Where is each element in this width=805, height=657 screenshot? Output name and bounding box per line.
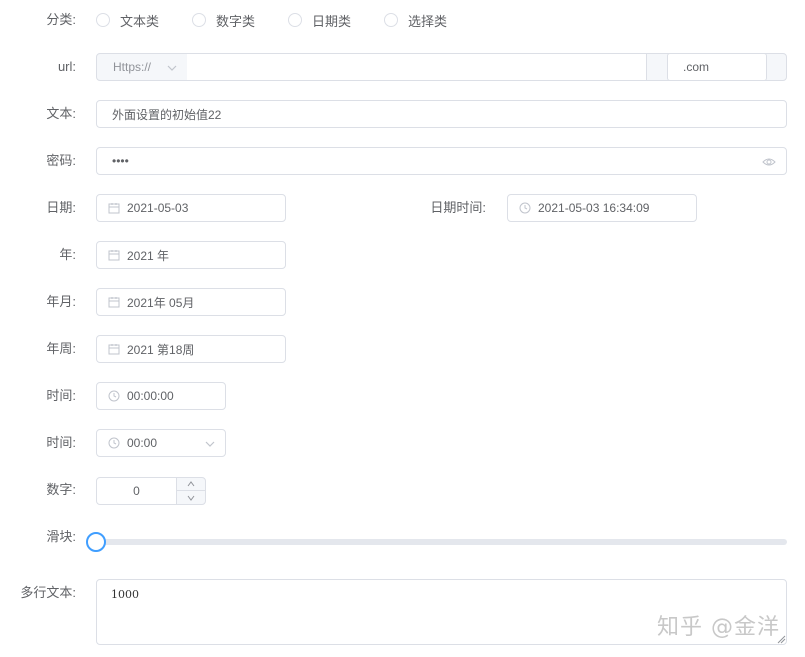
radio-text[interactable]: 文本类 bbox=[96, 10, 159, 30]
radio-number[interactable]: 数字类 bbox=[192, 10, 255, 30]
suffix-input[interactable]: .com bbox=[667, 53, 767, 81]
chevron-down-icon bbox=[205, 441, 215, 447]
year-picker[interactable]: 2021 年 bbox=[96, 241, 286, 269]
slider-label: 滑块: bbox=[46, 529, 76, 544]
month-value: 2021年 05月 bbox=[127, 295, 195, 310]
textarea-label: 多行文本: bbox=[20, 585, 76, 600]
radio-date[interactable]: 日期类 bbox=[288, 10, 351, 30]
datetime-value: 2021-05-03 16:34:09 bbox=[538, 201, 650, 215]
url-input[interactable] bbox=[187, 53, 646, 81]
url-suffix-group: .com bbox=[646, 53, 787, 81]
text-label: 文本: bbox=[46, 106, 76, 121]
calendar-icon bbox=[108, 344, 120, 355]
number-label: 数字: bbox=[46, 482, 76, 497]
clock-icon bbox=[108, 390, 120, 402]
suffix-value: .com bbox=[683, 60, 710, 74]
date-picker[interactable]: 2021-05-03 bbox=[96, 194, 286, 222]
calendar-icon bbox=[108, 203, 120, 214]
time-select-value: 00:00 bbox=[127, 436, 158, 450]
week-picker[interactable]: 2021 第18周 bbox=[96, 335, 286, 363]
watermark: 知乎 @金洋 bbox=[657, 615, 780, 640]
clock-icon bbox=[108, 437, 120, 449]
number-value: 0 bbox=[133, 484, 140, 498]
time-label: 时间: bbox=[46, 388, 76, 403]
time-value: 00:00:00 bbox=[127, 389, 174, 403]
calendar-icon bbox=[108, 250, 120, 261]
month-picker[interactable]: 2021年 05月 bbox=[96, 288, 286, 316]
time-select-label: 时间: bbox=[46, 435, 76, 450]
calendar-icon bbox=[108, 297, 120, 308]
protocol-value: Https:// bbox=[113, 60, 152, 74]
number-input[interactable]: 0 bbox=[96, 477, 177, 505]
password-value: •••• bbox=[112, 154, 129, 168]
password-label: 密码: bbox=[46, 153, 76, 168]
number-stepper bbox=[176, 477, 206, 505]
password-input[interactable]: •••• bbox=[96, 147, 787, 175]
clock-icon bbox=[519, 202, 531, 214]
arrow-up-icon bbox=[187, 481, 195, 487]
date-value: 2021-05-03 bbox=[127, 201, 189, 215]
radio-circle[interactable] bbox=[288, 13, 302, 27]
radio-label: 日期类 bbox=[312, 13, 352, 29]
text-input[interactable]: 外面设置的初始值22 bbox=[96, 100, 787, 128]
radio-select[interactable]: 选择类 bbox=[384, 10, 447, 30]
year-value: 2021 年 bbox=[127, 248, 170, 263]
date-label: 日期: bbox=[46, 200, 76, 215]
increase-button[interactable] bbox=[177, 478, 205, 491]
radio-circle[interactable] bbox=[384, 13, 398, 27]
datetime-picker[interactable]: 2021-05-03 16:34:09 bbox=[507, 194, 697, 222]
radio-label: 数字类 bbox=[216, 13, 256, 29]
text-value: 外面设置的初始值22 bbox=[112, 107, 222, 122]
time-select[interactable]: 00:00 bbox=[96, 429, 226, 457]
radio-circle[interactable] bbox=[192, 13, 206, 27]
datetime-label: 日期时间: bbox=[430, 200, 486, 215]
month-label: 年月: bbox=[46, 294, 76, 309]
year-label: 年: bbox=[59, 247, 76, 262]
slider-track[interactable] bbox=[96, 539, 787, 545]
time-picker[interactable]: 00:00:00 bbox=[96, 382, 226, 410]
eye-icon[interactable] bbox=[762, 156, 776, 168]
radio-label: 文本类 bbox=[120, 13, 160, 29]
week-value: 2021 第18周 bbox=[127, 342, 195, 357]
slider-handle[interactable] bbox=[86, 532, 106, 552]
arrow-down-icon bbox=[187, 495, 195, 501]
radio-circle[interactable] bbox=[96, 13, 110, 27]
radio-label: 选择类 bbox=[408, 13, 448, 29]
url-label: url: bbox=[57, 59, 76, 74]
decrease-button[interactable] bbox=[177, 491, 205, 504]
protocol-select[interactable]: Https:// bbox=[96, 53, 188, 81]
week-label: 年周: bbox=[46, 341, 76, 356]
chevron-down-icon bbox=[167, 65, 177, 71]
category-label: 分类: bbox=[46, 12, 76, 27]
